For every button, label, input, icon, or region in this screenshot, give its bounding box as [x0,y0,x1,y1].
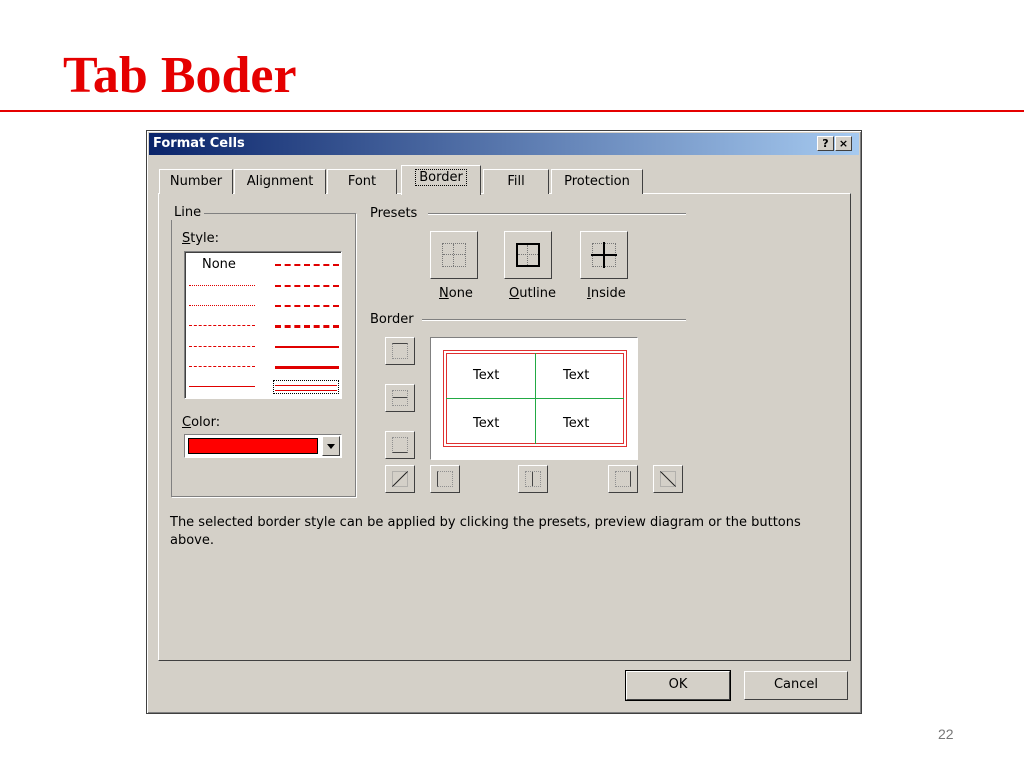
tab-alignment[interactable]: Alignment [234,169,326,194]
border-diagonal-down-button[interactable] [653,465,683,493]
border-right-button[interactable] [608,465,638,493]
line-style-dotted[interactable] [189,305,255,306]
preview-cell-text: Text [473,416,500,431]
preset-outline-button[interactable] [504,231,552,279]
tab-fill[interactable]: Fill [483,169,549,194]
preview-cell-text: Text [563,368,590,383]
preset-none-button[interactable] [430,231,478,279]
border-bottom-button[interactable] [385,431,415,459]
border-horizontal-icon [392,390,408,406]
line-style-list[interactable]: None [184,251,342,399]
preview-inside-horizontal [446,398,624,399]
line-style-hair[interactable] [189,285,255,286]
color-select[interactable] [184,434,342,458]
diagonal-down-icon [660,471,676,487]
chevron-down-icon[interactable] [322,436,340,456]
tab-label: Border [415,169,467,186]
ok-button[interactable]: OK [625,670,731,701]
border-left-button[interactable] [430,465,460,493]
tab-label: Number [169,174,223,189]
border-left-icon [437,471,453,487]
tab-label: Protection [564,174,630,189]
border-top-icon [392,343,408,359]
border-middle-vertical-button[interactable] [518,465,548,493]
border-preview[interactable]: Text Text Text Text [430,337,638,460]
border-separator [422,319,686,321]
line-style-slanted-dash-dot[interactable] [275,285,339,287]
preset-inside-icon [591,242,617,268]
slide-title: Tab Boder [63,47,297,104]
line-style-medium[interactable] [275,346,339,348]
close-button[interactable]: × [835,136,852,151]
dialog-title: Format Cells [153,136,245,151]
style-label: Style: [182,231,220,246]
preset-none-label: None [439,286,473,301]
line-style-dashed[interactable] [189,366,255,367]
tab-label: Alignment [246,174,314,189]
color-label: Color: [182,415,221,430]
border-vertical-icon [525,471,541,487]
preset-outline-label: Outline [509,286,557,301]
line-style-dash-dot[interactable] [189,346,255,347]
border-bottom-icon [392,437,408,453]
preset-inside-label: Inside [587,286,626,301]
presets-separator [428,213,686,215]
dialog-titlebar[interactable]: Format Cells ? × [149,133,859,155]
border-top-button[interactable] [385,337,415,365]
line-style-medium-dashed[interactable] [275,325,339,328]
preset-inside-button[interactable] [580,231,628,279]
line-style-medium-dash-dot[interactable] [275,305,339,307]
border-middle-horizontal-button[interactable] [385,384,415,412]
color-swatch [188,438,318,454]
style-none-option[interactable]: None [202,257,236,272]
page-number: 22 [938,726,954,742]
tab-protection[interactable]: Protection [551,169,643,194]
preset-none-icon [442,243,466,267]
tab-label: Fill [507,174,525,189]
border-help-text: The selected border style can be applied… [170,515,801,548]
line-style-dash-dot-dot[interactable] [189,325,255,326]
border-diagonal-up-button[interactable] [385,465,415,493]
preset-outline-icon [516,243,540,267]
presets-legend: Presets [367,206,421,221]
tab-label: Font [347,174,377,189]
preview-cell-text: Text [473,368,500,383]
line-style-thick[interactable] [275,366,339,369]
tab-border[interactable]: Border [401,165,481,195]
preview-cell-text: Text [563,416,590,431]
border-legend: Border [367,312,417,327]
line-legend: Line [171,205,205,220]
border-right-icon [615,471,631,487]
tab-font[interactable]: Font [327,169,397,194]
cancel-button[interactable]: Cancel [744,671,848,700]
line-style-thin[interactable] [189,386,255,387]
diagonal-up-icon [392,471,408,487]
tab-number[interactable]: Number [159,169,233,194]
line-style-medium-dash-dot-dot[interactable] [275,264,339,266]
help-button[interactable]: ? [817,136,834,151]
line-style-double-selected[interactable] [273,380,339,394]
title-underline [0,110,1024,112]
